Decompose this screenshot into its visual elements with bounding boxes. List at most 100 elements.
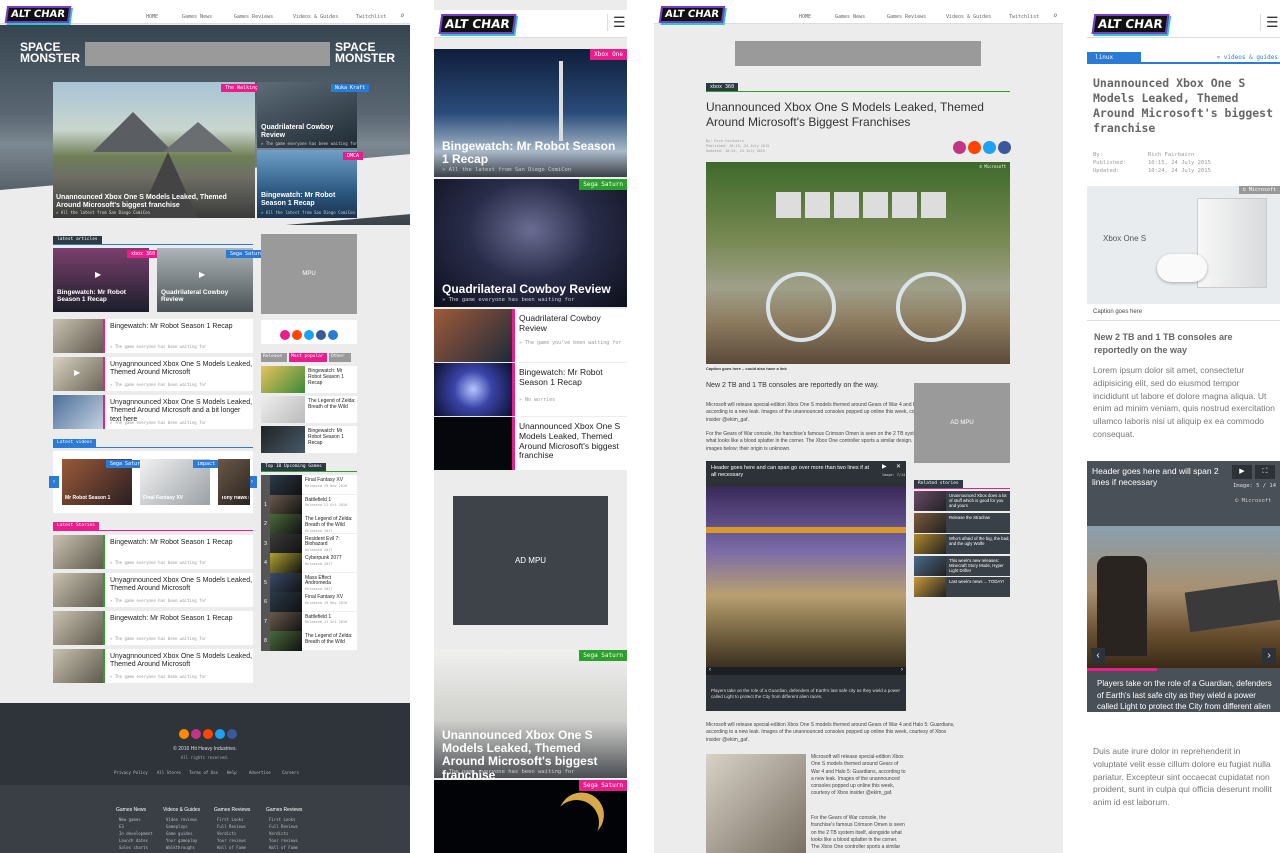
feature-card-3[interactable]: Sega Saturn Unannounced Xbox One S Model…	[434, 650, 627, 778]
nav-games-reviews[interactable]: Games Reviews	[887, 14, 926, 20]
footer-link-help[interactable]: Help	[227, 770, 237, 775]
game-title[interactable]: The Legend of Zelda: Breath of the Wild	[305, 633, 357, 646]
footer-link[interactable]: Your reviews	[269, 838, 298, 843]
related-title[interactable]: This week's new releases: Minecraft Stor…	[949, 558, 1010, 573]
feature-title[interactable]: Quadrilateral Cowboy Review	[442, 282, 619, 296]
list-item[interactable]: Bingewatch: Mr Robot Season 1 Recap » The…	[53, 611, 253, 645]
gallery-fullscreen-icon[interactable]: ⛶	[1255, 465, 1275, 479]
tab-most-popular[interactable]: Most popular	[289, 353, 327, 362]
gallery-next-button[interactable]: ›	[1262, 648, 1276, 664]
related-title[interactable]: Who's afraid of the big, the bad, and th…	[949, 536, 1010, 546]
list-title[interactable]: Bingewatch: Mr Robot Season 1 Recap	[110, 323, 233, 331]
footer-link[interactable]: Gameplays	[166, 824, 188, 829]
game-title[interactable]: Cyberpunk 2077 Released 2017	[305, 555, 342, 566]
footer-link[interactable]: First Looks	[217, 817, 244, 822]
footer-link[interactable]: Launch dates	[119, 838, 148, 843]
footer-link[interactable]: Game guides	[166, 831, 193, 836]
game-title[interactable]: Final Fantasy XV Released 29 Nov 2016	[305, 477, 347, 488]
site-logo[interactable]: ALT CHAR	[438, 14, 517, 34]
footer-link[interactable]: Verdicts	[217, 831, 236, 836]
article-tag[interactable]: xbox 360	[706, 83, 739, 91]
game-title[interactable]: Final Fantasy XV Released 29 Nov 2016	[305, 594, 347, 605]
footer-link[interactable]: Video reviews	[166, 817, 197, 822]
play-icon[interactable]: ▶	[95, 270, 101, 279]
ad-mpu[interactable]: AD MPU	[453, 496, 608, 625]
feature-card-1[interactable]: Xbox One Bingewatch: Mr Robot Season 1 R…	[434, 49, 627, 177]
list-title[interactable]: Bingewatch: Mr Robot Season 1 Recap	[110, 539, 233, 547]
top10-row[interactable]: 6 Final Fantasy XV Released 29 Nov 2016	[261, 592, 357, 612]
game-title[interactable]: Mass Effect Andromeda Released 2017	[305, 575, 357, 592]
sidebar-item-title[interactable]: Bingewatch: Mr Robot Season 1 Recap	[308, 368, 357, 386]
hero-side-title-1[interactable]: Quadrilateral Cowboy Review	[261, 124, 353, 140]
related-item[interactable]: This week's new releases: Minecraft Stor…	[914, 555, 1010, 576]
nav-videos-guides[interactable]: Videos & Guides	[946, 14, 991, 20]
site-logo[interactable]: ALT CHAR	[658, 6, 726, 23]
article-card-tag-1[interactable]: xbox 360	[127, 250, 160, 258]
twitter-icon[interactable]	[304, 330, 314, 340]
footer-link[interactable]: In development	[119, 831, 153, 836]
top10-row[interactable]: 2 The Legend of Zelda: Breath of the Wild…	[261, 514, 357, 534]
instagram-icon[interactable]	[953, 141, 966, 154]
list-item[interactable]: Bingewatch: Mr Robot Season 1 Recap » No …	[434, 363, 627, 416]
feature-tag[interactable]: Sega Saturn	[579, 179, 627, 190]
related-item[interactable]: Who's afraid of the big, the bad, and th…	[914, 534, 1010, 554]
hero-side-title-2[interactable]: Bingewatch: Mr Robot Season 1 Recap	[261, 192, 353, 208]
top10-row[interactable]: 4 Cyberpunk 2077 Released 2017	[261, 553, 357, 573]
top10-row[interactable]: 8 The Legend of Zelda: Breath of the Wild	[261, 631, 357, 651]
carousel-prev-button[interactable]: ‹	[49, 476, 59, 488]
related-title[interactable]: Unannounced Xbox does a lot of stuff whi…	[949, 493, 1010, 508]
video-tag[interactable]: impact	[193, 460, 220, 468]
footer-link-terms[interactable]: Terms of Use	[189, 770, 218, 775]
sidebar-item-title[interactable]: Bingewatch: Mr Robot Season 1 Recap	[308, 428, 357, 446]
article-card-title-2[interactable]: Quadrilateral Cowboy Review	[161, 289, 249, 304]
tab-other[interactable]: Other	[329, 353, 351, 362]
nav-games-news[interactable]: Games News	[182, 14, 212, 20]
game-title[interactable]: Battlefield 1 Released 21 Oct 2016	[305, 614, 347, 625]
gallery-next-button[interactable]: ›	[901, 667, 903, 673]
nav-twitchlist[interactable]: Twitchlist	[356, 14, 386, 20]
list-item[interactable]: Bingewatch: Mr Robot Season 1 Recap » The…	[53, 535, 253, 569]
mail-icon[interactable]	[280, 330, 290, 340]
rss-icon[interactable]	[179, 729, 189, 739]
hero-side-tag-1[interactable]: Nuka Kraft	[331, 84, 370, 92]
footer-link[interactable]: Hall of Fame	[269, 845, 298, 850]
feature-card-2[interactable]: Sega Saturn Quadrilateral Cowboy Review …	[434, 179, 627, 307]
gallery-prev-button[interactable]: ‹	[1091, 648, 1105, 664]
mpu-ad[interactable]: MPU	[261, 234, 357, 314]
footer-link[interactable]: Full Reviews	[217, 824, 246, 829]
list-title[interactable]: Quadrilateral Cowboy Review	[519, 313, 627, 334]
footer-link[interactable]: New games	[119, 817, 141, 822]
gallery-fullscreen-icon[interactable]: ✕	[896, 463, 901, 470]
game-title[interactable]: The Legend of Zelda: Breath of the Wild R…	[305, 516, 357, 533]
share-icon[interactable]	[328, 330, 338, 340]
play-icon[interactable]: ▶	[199, 270, 205, 279]
related-item[interactable]: Release the Strachan	[914, 512, 1010, 533]
twitter-icon[interactable]	[215, 729, 225, 739]
related-title[interactable]: Last week's news ... TODAY!	[949, 579, 1004, 584]
nav-games-news[interactable]: Games News	[835, 14, 865, 20]
hamburger-menu-icon[interactable]: ☰	[1260, 14, 1279, 31]
gallery-play-icon[interactable]: ▶	[1232, 465, 1252, 479]
list-title[interactable]: Unannounced Xbox One S Models Leaked, Th…	[519, 421, 627, 461]
article-card-title-1[interactable]: Bingewatch: Mr Robot Season 1 Recap	[57, 289, 145, 304]
footer-link[interactable]: Hall of Fame	[217, 845, 246, 850]
game-title[interactable]: Resident Evil 7: Biohazard Released 2017	[305, 536, 357, 553]
list-title[interactable]: Unyagnnounced Xbox One S Models Leaked, …	[110, 653, 253, 670]
list-title[interactable]: Bingewatch: Mr Robot Season 1 Recap	[519, 367, 627, 388]
list-item[interactable]: Unyagnnounced Xbox One S Models Leaked, …	[53, 573, 253, 607]
feature-title[interactable]: Bingewatch: Mr Robot Season 1 Recap	[442, 139, 619, 166]
top10-row[interactable]: 1 Battlefield 1 Released 21 Oct 2016	[261, 494, 357, 515]
footer-link[interactable]: Your reviews	[217, 838, 246, 843]
footer-link[interactable]: Verdicts	[269, 831, 288, 836]
search-icon[interactable]: ⌕	[400, 11, 405, 20]
leaderboard-ad[interactable]	[85, 42, 330, 66]
site-logo[interactable]: ALT CHAR	[4, 6, 72, 23]
footer-link[interactable]: Full Reviews	[269, 824, 298, 829]
breadcrumb-section[interactable]: » videos & guides	[1217, 54, 1278, 61]
list-title[interactable]: Bingewatch: Mr Robot Season 1 Recap	[110, 615, 233, 623]
footer-link[interactable]: Sales charts	[119, 845, 148, 850]
breadcrumb-category[interactable]: linux	[1087, 52, 1141, 64]
facebook-icon[interactable]	[316, 330, 326, 340]
top10-row[interactable]: 7 Battlefield 1 Released 21 Oct 2016	[261, 611, 357, 632]
reddit-icon[interactable]	[292, 330, 302, 340]
